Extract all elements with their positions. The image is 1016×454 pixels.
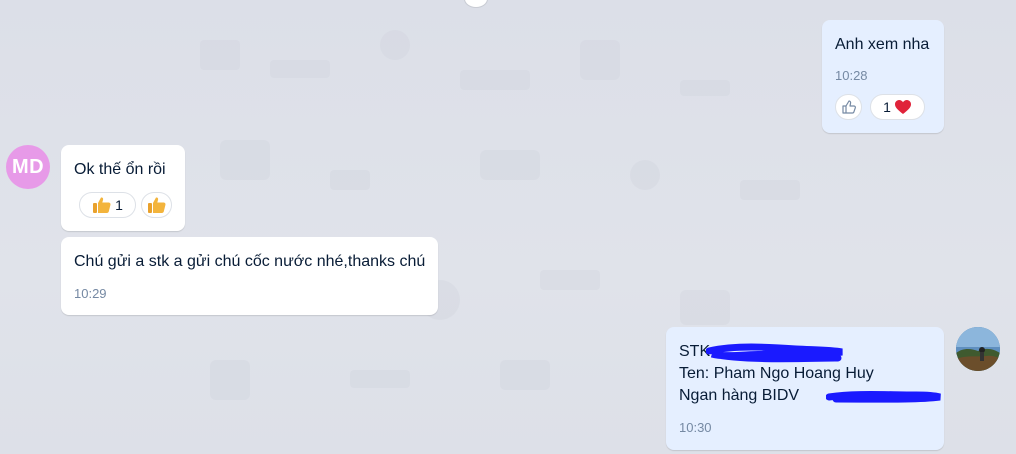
message-bubble-incoming[interactable]: Ok thế ổn rồi 1 — [61, 145, 185, 231]
message-line-bank: Ngan hàng BIDV — [679, 387, 800, 404]
message-time: 10:28 — [835, 68, 868, 83]
react-button[interactable] — [141, 192, 172, 218]
message-time: 10:30 — [679, 420, 712, 435]
avatar-photo-image — [956, 327, 1000, 371]
message-text: Ok thế ổn rồi — [74, 161, 166, 178]
thumbs-up-icon — [93, 197, 111, 213]
reaction-count: 1 — [115, 197, 123, 213]
message-text: Anh xem nha — [835, 36, 930, 53]
message-time: 10:29 — [74, 286, 107, 301]
reaction-count: 1 — [883, 99, 891, 115]
contact-avatar[interactable]: MD — [6, 145, 50, 189]
message-bubble-incoming[interactable]: Chú gửi a stk a gửi chú cốc nước nhé,tha… — [61, 237, 438, 315]
chat-message-area[interactable]: Anh xem nha 10:28 1 MD Ok thế ổn rồi 1 C… — [0, 0, 1016, 454]
user-avatar[interactable] — [956, 327, 1000, 371]
react-button[interactable] — [835, 94, 862, 120]
redaction-scribble — [826, 391, 941, 403]
thumbs-up-icon — [147, 197, 166, 213]
heart-icon — [894, 100, 911, 114]
reaction-thumbs-up[interactable]: 1 — [79, 192, 136, 218]
reaction-heart[interactable]: 1 — [870, 94, 925, 120]
message-bubble-outgoing[interactable]: STK: Ten: Pham Ngo Hoang Huy Ngan hàng B… — [666, 327, 944, 450]
message-line-name: Ten: Pham Ngo Hoang Huy — [679, 365, 874, 382]
scroll-indicator[interactable] — [464, 0, 488, 8]
message-text: Chú gửi a stk a gửi chú cốc nước nhé,tha… — [74, 253, 426, 270]
like-outline-icon — [841, 100, 856, 114]
message-bubble-outgoing[interactable]: Anh xem nha 10:28 1 — [822, 20, 944, 133]
redaction-scribble — [706, 343, 843, 363]
